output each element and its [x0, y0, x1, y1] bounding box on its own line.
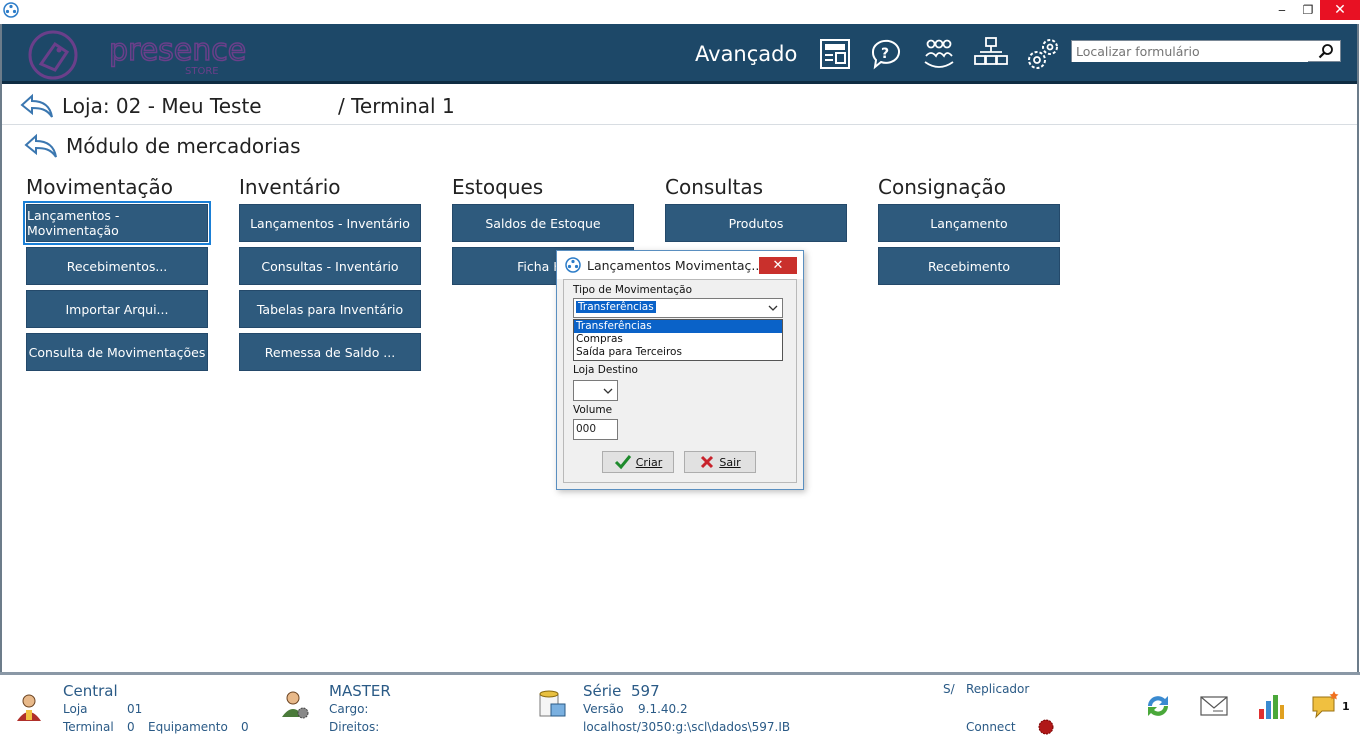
- db-path: localhost/3050:g:\scl\dados\597.IB: [583, 720, 791, 734]
- tipo-movimentacao-label: Tipo de Movimentação: [573, 284, 693, 296]
- sair-button[interactable]: Sair: [684, 451, 756, 473]
- dialog-body: Tipo de Movimentação Transferências Tran…: [563, 279, 797, 483]
- tipo-movimentacao-dropdown: Transferências Compras Saída para Tercei…: [573, 319, 783, 361]
- store-label: Loja: 02 - Meu Teste: [62, 94, 262, 118]
- chart-icon[interactable]: [1256, 691, 1286, 721]
- importar-arquivo-button[interactable]: Importar Arqui...: [26, 290, 208, 328]
- lancamentos-dialog: Lançamentos Movimentaç... ✕ Tipo de Movi…: [556, 250, 804, 490]
- column-title-movimentacao: Movimentação: [26, 175, 173, 199]
- window-titlebar: ‒ ❐ ✕: [0, 0, 1360, 24]
- column-title-inventario: Inventário: [239, 175, 341, 199]
- chevron-down-icon[interactable]: [602, 385, 614, 397]
- serie-value: 597: [631, 682, 660, 700]
- cargo-label: Cargo:: [329, 702, 369, 716]
- consultas-inventario-button[interactable]: Consultas - Inventário: [239, 247, 421, 285]
- search-box[interactable]: [1071, 40, 1341, 62]
- svg-text:presence: presence: [109, 33, 246, 68]
- loja-destino-select[interactable]: [573, 380, 618, 401]
- app-icon: [3, 2, 19, 18]
- option-saida-terceiros[interactable]: Saída para Terceiros: [574, 346, 782, 359]
- sync-icon[interactable]: [1143, 691, 1173, 721]
- network-icon[interactable]: [973, 36, 1009, 72]
- replicador-label: Replicador: [966, 682, 1030, 696]
- dialog-close-button[interactable]: ✕: [759, 257, 797, 274]
- consignacao-recebimento-button[interactable]: Recebimento: [878, 247, 1060, 285]
- loja-label: Loja: [63, 702, 88, 716]
- sair-label: Sair: [719, 455, 741, 469]
- news-icon[interactable]: [818, 36, 854, 72]
- lancamentos-inventario-button[interactable]: Lançamentos - Inventário: [239, 204, 421, 242]
- option-compras[interactable]: Compras: [574, 333, 782, 346]
- connect-label: Connect: [966, 720, 1016, 734]
- gear-icon[interactable]: [1025, 36, 1061, 72]
- connection-status-icon: [1038, 719, 1054, 735]
- option-transferencias[interactable]: Transferências: [574, 320, 782, 333]
- app-header: presence STORE Avançado ?: [1, 24, 1358, 84]
- versao-value: 9.1.40.2: [638, 702, 688, 716]
- breadcrumb-divider: [1, 124, 1358, 125]
- user-settings-icon[interactable]: [280, 690, 310, 720]
- frame-right-border: [1357, 24, 1359, 674]
- equipamento-label: Equipamento: [148, 720, 228, 734]
- presence-logo: presence STORE: [28, 30, 247, 80]
- terminal-status-value: 0: [127, 720, 135, 734]
- notification-count: 1: [1342, 700, 1350, 713]
- breadcrumb-module: Módulo de mercadorias: [22, 131, 301, 161]
- back-arrow-icon[interactable]: [18, 93, 54, 119]
- lancamentos-movimentacao-button[interactable]: Lançamentos - Movimentação: [23, 201, 211, 245]
- back-arrow-icon[interactable]: [22, 133, 58, 159]
- tabelas-inventario-button[interactable]: Tabelas para Inventário: [239, 290, 421, 328]
- status-bar: Central Loja 01 Terminal 0 Equipamento 0…: [0, 675, 1360, 735]
- module-title: Módulo de mercadorias: [66, 134, 301, 158]
- terminal-status-label: Terminal: [63, 720, 114, 734]
- user-profile-icon[interactable]: [14, 692, 44, 722]
- dialog-app-icon: [565, 257, 581, 273]
- search-input[interactable]: [1072, 41, 1308, 62]
- mail-icon[interactable]: [1199, 691, 1229, 721]
- tipo-movimentacao-select[interactable]: Transferências: [573, 298, 783, 318]
- equipamento-value: 0: [241, 720, 249, 734]
- sa-label: S/: [943, 682, 955, 696]
- column-title-estoques: Estoques: [452, 175, 544, 199]
- column-title-consultas: Consultas: [665, 175, 764, 199]
- consignacao-lancamento-button[interactable]: Lançamento: [878, 204, 1060, 242]
- breadcrumb-store: Loja: 02 - Meu Teste: [18, 91, 262, 121]
- x-icon: [701, 455, 714, 469]
- user-name: MASTER: [329, 682, 391, 700]
- column-title-consignacao: Consignação: [878, 175, 1006, 199]
- chevron-down-icon[interactable]: [767, 302, 779, 314]
- frame-left-border: [0, 24, 2, 674]
- search-icon[interactable]: [1318, 43, 1334, 59]
- saldos-estoque-button[interactable]: Saldos de Estoque: [452, 204, 634, 242]
- users-icon[interactable]: [921, 36, 957, 72]
- loja-value: 01: [127, 702, 143, 716]
- database-icon[interactable]: [537, 688, 567, 718]
- central-label: Central: [63, 682, 118, 700]
- dialog-title: Lançamentos Movimentaç...: [587, 258, 764, 273]
- volume-input[interactable]: 000: [573, 419, 618, 440]
- terminal-label: / Terminal 1: [338, 94, 455, 118]
- produtos-button[interactable]: Produtos: [665, 204, 847, 242]
- remessa-saldo-button[interactable]: Remessa de Saldo ...: [239, 333, 421, 371]
- loja-destino-label: Loja Destino: [573, 364, 638, 376]
- svg-text:?: ?: [881, 46, 889, 62]
- recebimentos-button[interactable]: Recebimentos...: [26, 247, 208, 285]
- criar-button[interactable]: Criar: [602, 451, 674, 473]
- versao-label: Versão: [583, 702, 624, 716]
- advanced-label[interactable]: Avançado: [695, 42, 797, 66]
- help-icon[interactable]: ?: [869, 36, 905, 72]
- consulta-movimentacoes-button[interactable]: Consulta de Movimentações: [26, 333, 208, 371]
- checkmark-icon: [614, 455, 631, 470]
- criar-label: Criar: [635, 455, 663, 469]
- tipo-movimentacao-value: Transferências: [575, 300, 657, 314]
- dialog-titlebar[interactable]: Lançamentos Movimentaç... ✕: [557, 251, 803, 279]
- direitos-label: Direitos:: [329, 720, 380, 734]
- notification-icon[interactable]: [1310, 689, 1340, 719]
- close-window-button[interactable]: ✕: [1320, 0, 1360, 20]
- volume-label: Volume: [573, 404, 613, 416]
- serie-label: Série: [583, 682, 622, 700]
- svg-text:STORE: STORE: [185, 66, 219, 77]
